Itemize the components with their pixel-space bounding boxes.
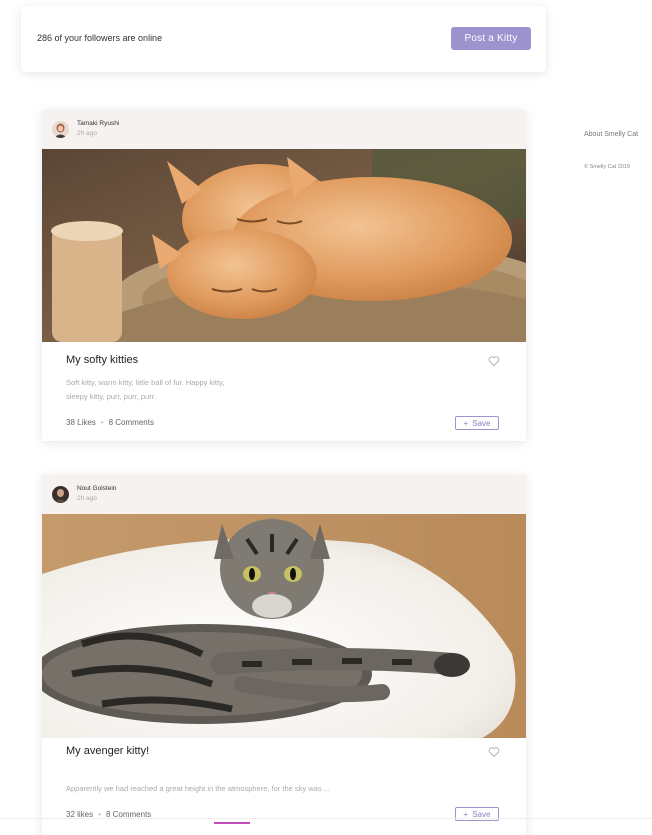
post-description: Soft kitty, warm kitty, little ball of f… xyxy=(66,378,225,401)
save-label: Save xyxy=(472,418,491,428)
separator-dot: • xyxy=(100,418,104,427)
comments-count[interactable]: 8 Comments xyxy=(109,418,154,427)
post-title[interactable]: My softy kitties xyxy=(66,354,138,366)
save-button[interactable]: + Save xyxy=(455,416,499,430)
post-stats: 38 Likes • 8 Comments xyxy=(66,418,154,427)
heart-icon[interactable] xyxy=(488,745,500,758)
avatar[interactable] xyxy=(52,486,69,503)
post-image-sleeping-kittens[interactable] xyxy=(42,149,526,342)
post-image-tabby-cat[interactable] xyxy=(42,514,526,738)
likes-count[interactable]: 38 Likes xyxy=(66,418,96,427)
post-kitty-button[interactable]: Post a Kitty xyxy=(451,27,531,50)
post-header xyxy=(42,110,526,149)
plus-icon: + xyxy=(463,418,469,428)
post-card: Nout Golstein 2h ago My avenger kitty! A… xyxy=(42,475,526,835)
author-name[interactable]: Tamaki Ryushi xyxy=(77,120,119,127)
post-title[interactable]: My avenger kitty! xyxy=(66,745,149,757)
post-card: Tamaki Ryushi 2h ago My softy kitties So… xyxy=(42,110,526,441)
post-description: Apparently we had reached a great height… xyxy=(66,784,330,793)
heart-icon[interactable] xyxy=(488,354,500,367)
post-time: 2h ago xyxy=(77,130,97,137)
status-bar: 286 of your followers are online Post a … xyxy=(21,6,546,72)
post-time: 2h ago xyxy=(77,495,97,502)
bottom-divider xyxy=(0,818,652,819)
post-header xyxy=(42,475,526,514)
copyright-text: © Smelly Cat 2019 xyxy=(584,164,630,170)
about-link[interactable]: About Smelly Cat xyxy=(584,131,638,138)
online-followers-text: 286 of your followers are online xyxy=(37,33,163,43)
avatar[interactable] xyxy=(52,121,69,138)
author-name[interactable]: Nout Golstein xyxy=(77,485,116,492)
